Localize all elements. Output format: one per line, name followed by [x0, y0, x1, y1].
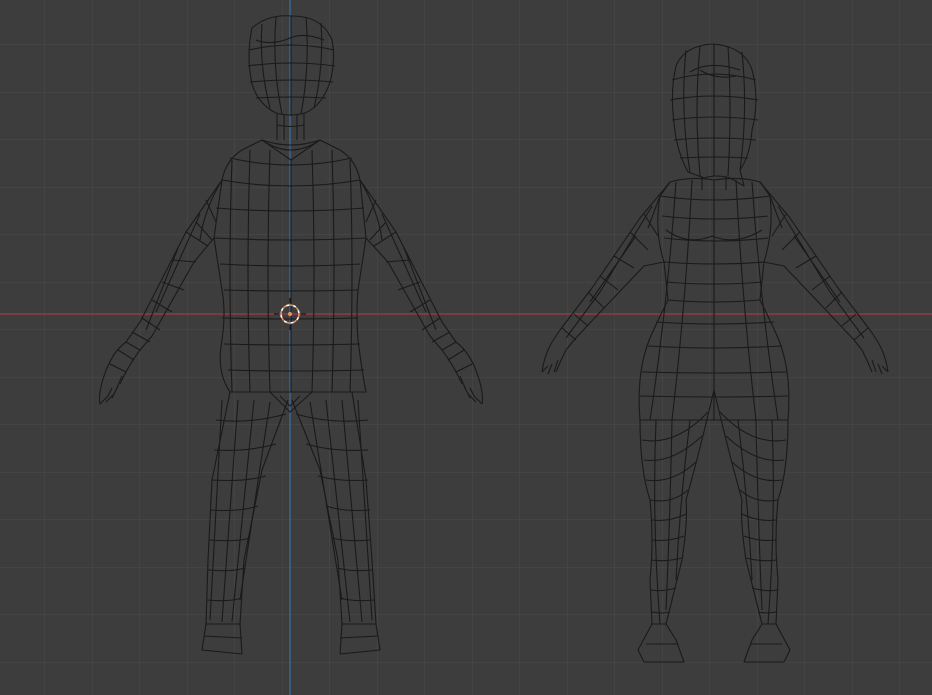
viewport-grid [0, 0, 932, 695]
3d-viewport[interactable] [0, 0, 932, 695]
viewport-canvas[interactable] [0, 0, 932, 695]
